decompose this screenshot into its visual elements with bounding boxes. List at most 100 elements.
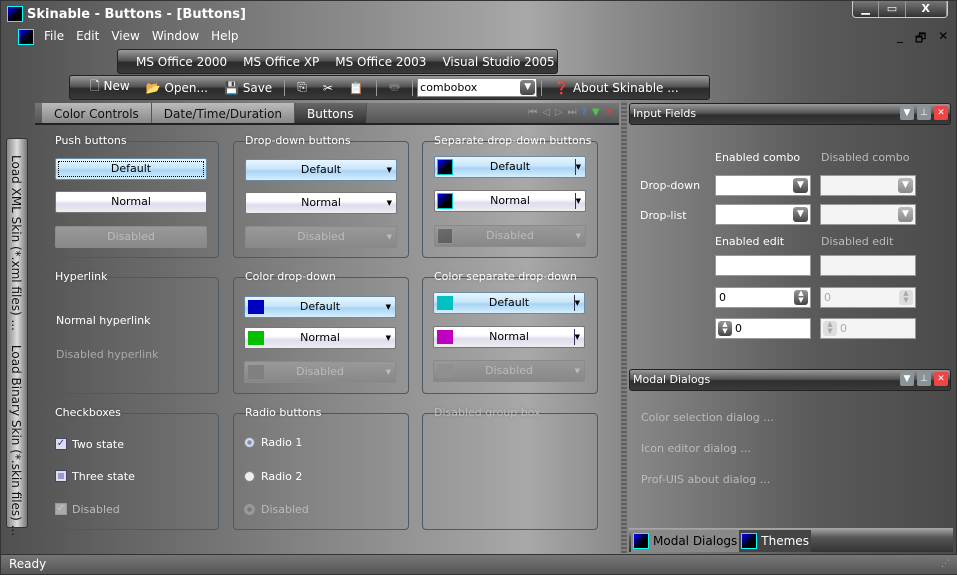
default-push-button[interactable]: Default: [55, 158, 207, 180]
input-fields-panel: Input Fields ▼ ⊥ ✕ Enabled combo Disabled …: [629, 103, 951, 339]
tab-date-time-duration[interactable]: Date/Time/Duration: [151, 103, 296, 123]
mdi-minimize-button[interactable]: _: [897, 29, 903, 50]
chevron-down-icon[interactable]: ▼: [793, 178, 808, 193]
normal-hyperlink[interactable]: Normal hyperlink: [56, 314, 151, 327]
radio-1[interactable]: [244, 437, 255, 448]
radio-label: Radio 1: [261, 436, 303, 449]
about-button[interactable]: ❓ About Skinable ...: [546, 81, 687, 95]
three-state-checkbox[interactable]: [55, 470, 67, 482]
disabled-dropdown-combo: ▼: [820, 175, 916, 196]
spinner-icon: ▲ ▼: [899, 290, 913, 305]
toolbar-combobox[interactable]: combobox ▼: [417, 78, 538, 97]
group-title: Separate drop-down buttons: [434, 134, 592, 147]
help-icon[interactable]: ?: [582, 107, 587, 118]
menu-edit[interactable]: Edit: [73, 29, 108, 43]
normal-separate-dropdown[interactable]: Normal ▼: [434, 190, 586, 212]
caret-down-icon[interactable]: ▼: [576, 157, 581, 177]
pin-icon[interactable]: ⊥: [917, 372, 931, 386]
tab-list-icon[interactable]: ▼: [592, 107, 600, 118]
load-xml-skin-button[interactable]: Load XML Skin (*.xml files) ...Load Bina…: [9, 155, 23, 536]
default-separate-dropdown[interactable]: Default ▼: [434, 156, 586, 178]
chevron-down-icon[interactable]: ▼: [520, 80, 536, 95]
caret-down-icon[interactable]: ▼: [575, 327, 580, 347]
save-button[interactable]: 💾 Save: [216, 81, 280, 95]
next-icon[interactable]: ▷: [555, 107, 563, 118]
normal-color-dropdown[interactable]: Normal ▼: [244, 327, 396, 349]
tab-buttons[interactable]: Buttons: [295, 103, 367, 123]
disabled-push-button: Disabled: [55, 226, 207, 248]
group-title: Hyperlink: [55, 270, 108, 283]
enabled-combo-label: Enabled combo: [715, 151, 801, 164]
app-icon: [437, 193, 453, 209]
group-title: Radio buttons: [245, 406, 322, 419]
chevron-down-icon[interactable]: ▼: [793, 207, 808, 222]
resize-grip-icon[interactable]: ⋰: [941, 555, 950, 574]
enabled-dropdown-combo[interactable]: ▼: [715, 175, 811, 196]
enabled-spin-edit-left[interactable]: ▲ ▼ 0: [715, 318, 811, 339]
normal-push-button[interactable]: Normal: [55, 191, 207, 213]
two-state-checkbox[interactable]: ✓: [55, 438, 67, 450]
first-icon[interactable]: ⏮: [528, 107, 537, 118]
menu-view[interactable]: View: [108, 29, 148, 43]
tab-modal-dialogs[interactable]: Modal Dialogs: [631, 530, 740, 552]
mdi-close-button[interactable]: ✕: [938, 29, 948, 50]
icon-editor-dialog-link[interactable]: Icon editor dialog ...: [641, 442, 751, 455]
default-color-separate-dropdown[interactable]: Default ▼: [433, 292, 585, 314]
panel-menu-icon[interactable]: ▼: [900, 106, 914, 120]
maximize-button[interactable]: ▭: [879, 1, 906, 17]
menu-file[interactable]: File: [41, 29, 73, 43]
radio-label: Disabled: [261, 503, 309, 516]
close-icon[interactable]: ✕: [934, 106, 948, 120]
color-swatch: [437, 364, 453, 378]
cut-button[interactable]: ✂: [315, 81, 341, 95]
theme-vs2005[interactable]: Visual Studio 2005: [434, 55, 562, 69]
caret-down-icon[interactable]: ▼: [575, 293, 580, 313]
new-button[interactable]: 🗋 New: [82, 77, 138, 98]
normal-color-separate-dropdown[interactable]: Normal ▼: [433, 326, 585, 348]
minimize-button[interactable]: ▁: [853, 1, 880, 17]
group-title: Checkboxes: [55, 406, 121, 419]
last-icon[interactable]: ⏭: [568, 107, 577, 118]
theme-office2000[interactable]: MS Office 2000: [128, 55, 235, 69]
status-bar: Ready ⋰: [1, 554, 957, 574]
default-color-dropdown[interactable]: Default ▼: [244, 296, 396, 318]
close-icon[interactable]: ✕: [934, 372, 948, 386]
prev-icon[interactable]: ◁: [542, 107, 550, 118]
theme-officexp[interactable]: MS Office XP: [235, 55, 327, 69]
drop-down-label: Drop-down: [640, 179, 701, 192]
print-button[interactable]: 🖶: [381, 77, 408, 98]
tab-themes[interactable]: Themes: [739, 530, 811, 552]
panel-header: Input Fields ▼ ⊥ ✕: [629, 103, 951, 125]
normal-dropdown-button[interactable]: Normal ▼: [245, 192, 397, 214]
modal-dialogs-panel: Modal Dialogs ▼ ⊥ ✕ Color selection dialog…: [629, 369, 951, 486]
disabled-edit: [820, 255, 916, 276]
open-button[interactable]: 📂 Open...: [138, 81, 216, 95]
enabled-spin-edit-right[interactable]: 0 ▲ ▼: [715, 287, 811, 308]
close-button[interactable]: X: [906, 1, 947, 17]
mdi-restore-button[interactable]: 🗗: [915, 29, 926, 50]
app-icon: [437, 228, 453, 244]
splitter[interactable]: [621, 101, 627, 553]
enabled-droplist-combo[interactable]: ▼: [715, 204, 811, 225]
new-file-icon: 🗋: [90, 79, 100, 93]
default-dropdown-button[interactable]: Default ▼: [245, 159, 397, 181]
color-selection-dialog-link[interactable]: Color selection dialog ...: [641, 411, 774, 424]
about-dialog-link[interactable]: Prof-UIS about dialog ...: [641, 473, 770, 486]
checkboxes-group: Checkboxes ✓ Two state Three state ✓ Dis…: [43, 406, 219, 530]
caret-down-icon[interactable]: ▼: [576, 191, 581, 211]
load-binary-skin-button[interactable]: Load Binary Skin (*.skin files) ...: [9, 345, 23, 536]
spinner-icon[interactable]: ▲ ▼: [794, 290, 808, 305]
copy-button[interactable]: ⎘: [289, 80, 315, 95]
main-window: Skinable - Buttons - [Buttons] ▁ ▭ X Fil…: [0, 0, 957, 575]
pin-icon[interactable]: ⊥: [917, 106, 931, 120]
menu-window[interactable]: Window: [149, 29, 208, 43]
panel-menu-icon[interactable]: ▼: [900, 372, 914, 386]
close-icon[interactable]: ✕: [605, 107, 613, 118]
tab-color-controls[interactable]: Color Controls: [42, 103, 152, 123]
radio-2[interactable]: [244, 471, 255, 482]
spinner-icon[interactable]: ▲ ▼: [718, 321, 732, 336]
paste-button[interactable]: 📋: [341, 81, 372, 95]
theme-office2003[interactable]: MS Office 2003: [327, 55, 434, 69]
menu-help[interactable]: Help: [208, 29, 247, 43]
enabled-edit[interactable]: [715, 255, 811, 276]
